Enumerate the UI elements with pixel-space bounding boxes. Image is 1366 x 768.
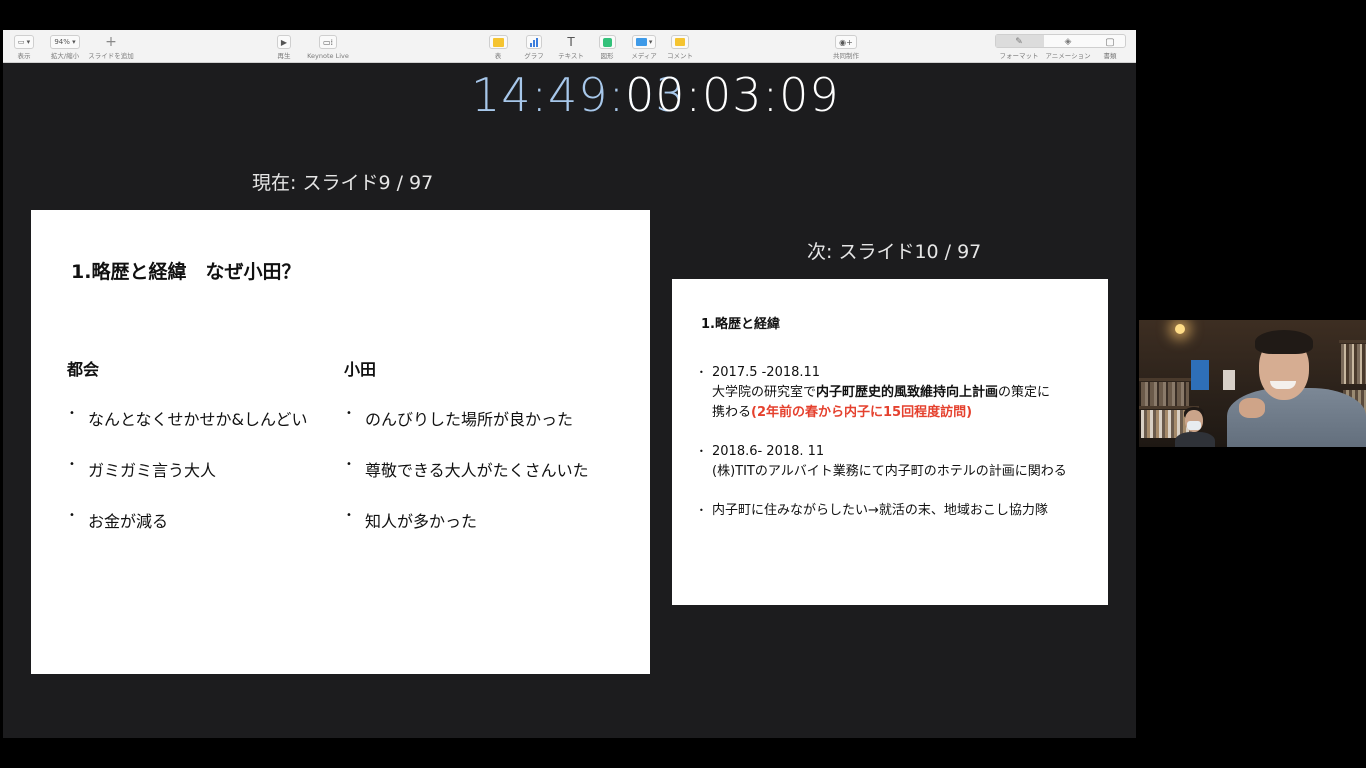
date-range: 2017.5 -2018.11 bbox=[712, 365, 821, 380]
animation-icon: ◈ bbox=[1064, 37, 1072, 47]
speaker-hand bbox=[1239, 398, 1265, 418]
shape-icon bbox=[602, 37, 612, 47]
toolbar-shape[interactable]: 図形 bbox=[592, 33, 622, 60]
next-slide-label: 次: スライド10 / 97 bbox=[807, 241, 982, 263]
webcam-video-thumbnail bbox=[1139, 320, 1366, 447]
bullet-line: 携わる(2年前の春から内子に15回程度訪問) bbox=[712, 405, 973, 420]
toolbar-text[interactable]: T テキスト bbox=[555, 33, 587, 60]
toolbar-chart[interactable]: グラフ bbox=[519, 33, 549, 60]
plan-name-bold: 内子町歴史的風致維持向上計画 bbox=[816, 385, 999, 400]
slide-title: 1.略歴と経緯 bbox=[701, 317, 780, 332]
face-mask bbox=[1187, 421, 1201, 430]
right-column-heading: 小田 bbox=[344, 360, 377, 379]
toolbar-add-slide[interactable]: + スライドを追加 bbox=[85, 33, 137, 60]
plus-icon: + bbox=[105, 34, 117, 50]
toolbar-format[interactable]: ✎ フォーマット bbox=[996, 33, 1042, 60]
toolbar-document[interactable]: ▢ 書類 bbox=[1096, 33, 1124, 61]
list-item: 内子町に住みながらしたい→就活の末、地域おこし協力隊 bbox=[699, 501, 1048, 521]
next-slide-preview: 1.略歴と経緯 2017.5 -2018.11 大学院の研究室で内子町歴史的風致… bbox=[672, 279, 1108, 605]
zoom-icon: 94% ▾ bbox=[50, 35, 80, 49]
collaborate-icon: ◉+ bbox=[835, 35, 857, 49]
highlight-red-text: (2年前の春から内子に15回程度訪問) bbox=[751, 405, 973, 420]
bullet-line: (株)TITのアルバイト業務にて内子町のホテルの計画に関わる bbox=[712, 464, 1067, 479]
comment-icon bbox=[675, 38, 685, 46]
chart-icon bbox=[530, 37, 538, 47]
left-column-heading: 都会 bbox=[67, 360, 100, 379]
toolbar-view[interactable]: ▭ ▾ 表示 bbox=[9, 33, 39, 60]
bullet-line: 大学院の研究室で内子町歴史的風致維持向上計画の策定に bbox=[712, 385, 1051, 400]
list-item: のんびりした場所が良かった bbox=[346, 406, 573, 430]
keynote-presenter-window: ▭ ▾ 表示 94% ▾ 拡大/縮小 + スライドを追加 ▶ 再生 ▭⁞ Key… bbox=[3, 30, 1136, 738]
current-slide-preview: 1.略歴と経緯 なぜ小田？ 都会 なんとなくせかせか&しんどい ガミガミ言う大人… bbox=[31, 210, 650, 674]
play-icon: ▶ bbox=[276, 35, 292, 49]
zoom-value: 94% bbox=[54, 38, 70, 46]
document-icon: ▢ bbox=[1105, 36, 1115, 48]
list-item: ガミガミ言う大人 bbox=[69, 457, 216, 481]
sidebar-view-icon: ▭ ▾ bbox=[13, 35, 35, 49]
toolbar-table[interactable]: 表 bbox=[483, 33, 513, 60]
text-icon: T bbox=[567, 35, 575, 49]
format-brush-icon: ✎ bbox=[1015, 37, 1023, 47]
toolbar-zoom[interactable]: 94% ▾ 拡大/縮小 bbox=[45, 33, 85, 60]
toolbar-comment[interactable]: コメント bbox=[665, 33, 695, 60]
media-icon bbox=[635, 38, 647, 46]
table-icon bbox=[492, 37, 504, 47]
date-range: 2018.6- 2018. 11 bbox=[712, 444, 825, 459]
presenter-clock: 14:49:03 00:03:09 bbox=[3, 64, 1136, 126]
toolbar-collaborate[interactable]: ◉+ 共同制作 bbox=[829, 33, 863, 60]
lamp-light bbox=[1175, 324, 1185, 334]
keynote-live-icon: ▭⁞ bbox=[318, 35, 338, 49]
slide-title: 1.略歴と経緯 なぜ小田？ bbox=[71, 261, 301, 283]
speaker-smile bbox=[1270, 381, 1296, 389]
list-item: 知人が多かった bbox=[346, 508, 477, 532]
list-item: お金が減る bbox=[69, 508, 168, 532]
list-item: 2018.6- 2018. 11 (株)TITのアルバイト業務にて内子町のホテル… bbox=[699, 442, 1067, 482]
clock-elapsed-timer[interactable]: 00:03:09 bbox=[625, 64, 840, 126]
toolbar-keynote-live[interactable]: ▭⁞ Keynote Live bbox=[303, 33, 353, 60]
toolbar-media[interactable]: ▾ メディア bbox=[627, 33, 661, 60]
list-item: なんとなくせかせか&しんどい bbox=[69, 406, 307, 430]
list-item: 尊敬できる大人がたくさんいた bbox=[346, 457, 589, 481]
current-slide-label: 現在: スライド9 / 97 bbox=[252, 172, 434, 194]
toolbar-play[interactable]: ▶ 再生 bbox=[269, 33, 299, 60]
toolbar: ▭ ▾ 表示 94% ▾ 拡大/縮小 + スライドを追加 ▶ 再生 ▭⁞ Key… bbox=[3, 30, 1136, 63]
list-item: 2017.5 -2018.11 大学院の研究室で内子町歴史的風致維持向上計画の策… bbox=[699, 363, 1051, 423]
toolbar-animation[interactable]: ◈ アニメーション bbox=[1043, 33, 1093, 60]
